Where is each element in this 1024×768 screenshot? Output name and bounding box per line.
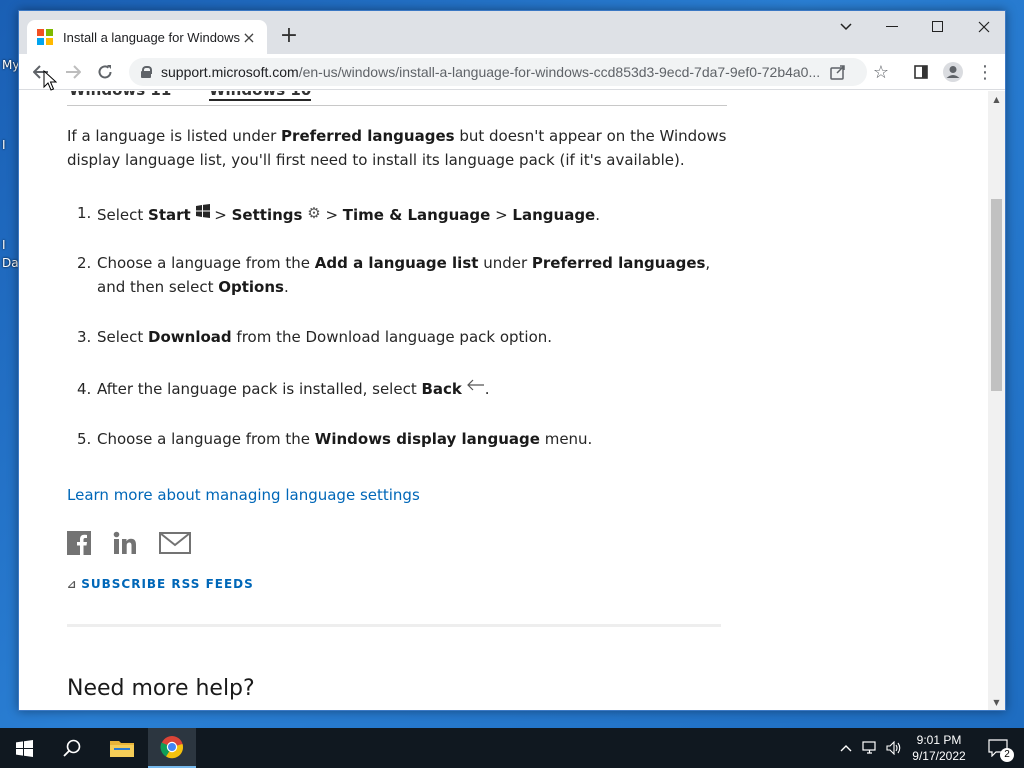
tab-search-icon[interactable] [823, 11, 869, 43]
intro-paragraph: If a language is listed under Preferred … [67, 127, 727, 169]
close-button[interactable] [961, 11, 1005, 43]
maximize-button[interactable] [915, 11, 961, 43]
folder-icon [110, 741, 134, 757]
browser-toolbar: support.microsoft.com/en-us/windows/inst… [19, 54, 1005, 90]
network-icon[interactable] [858, 728, 882, 768]
clock-time: 9:01 PM [916, 733, 962, 747]
browser-menu-icon[interactable]: ⋮ [971, 58, 999, 86]
profile-avatar[interactable] [939, 58, 967, 86]
need-help-heading: Need more help? [67, 676, 255, 701]
taskbar: 9:01 PM 9/17/2022 2 [0, 728, 1024, 768]
clock-date: 9/17/2022 [912, 749, 966, 763]
bookmark-star-icon[interactable]: ☆ [867, 58, 895, 86]
volume-icon[interactable] [882, 728, 906, 768]
side-panel-icon[interactable] [907, 58, 935, 86]
notification-count-badge: 2 [1000, 748, 1014, 762]
list-item: 5. Choose a language from the Windows di… [77, 430, 593, 448]
tab-windows-11[interactable]: Windows 11 [69, 91, 171, 99]
minimize-button[interactable] [869, 11, 915, 43]
url-text[interactable]: support.microsoft.com/en-us/windows/inst… [161, 64, 831, 80]
web-page: Windows 11 Windows 10 If a language is l… [19, 91, 989, 710]
section-divider [67, 624, 721, 627]
share-icon[interactable] [829, 63, 847, 85]
back-arrow-icon [466, 379, 484, 391]
file-explorer-button[interactable] [98, 728, 146, 768]
mouse-cursor-icon [43, 70, 57, 91]
scroll-down-arrow-icon[interactable]: ▼ [988, 694, 1005, 710]
search-button[interactable] [48, 728, 96, 768]
desktop-icon-label[interactable]: I [2, 238, 6, 252]
windows-logo-icon [15, 739, 33, 757]
list-item: 2. Choose a language from the Add a lang… [77, 254, 711, 296]
desktop-icon-label[interactable]: My [2, 58, 19, 72]
clock[interactable]: 9:01 PM 9/17/2022 [906, 728, 972, 768]
start-button[interactable] [0, 728, 48, 768]
scroll-up-arrow-icon[interactable]: ▲ [988, 91, 1005, 108]
tab-windows-10[interactable]: Windows 10 [209, 91, 312, 101]
reload-button[interactable] [91, 58, 119, 86]
list-item: 4. After the language pack is installed,… [77, 379, 490, 398]
browser-tab[interactable]: Install a language for Windows × [27, 20, 267, 54]
microsoft-logo-icon [37, 29, 53, 45]
lock-icon[interactable] [141, 66, 152, 78]
desktop-icon-label[interactable]: Da [2, 256, 19, 270]
desktop-icon-label[interactable]: I [2, 138, 6, 152]
title-bar: Install a language for Windows × + [19, 11, 1005, 54]
forward-button[interactable] [59, 58, 87, 86]
linkedin-icon[interactable] [113, 531, 137, 555]
chevron-up-icon [840, 745, 852, 752]
rss-icon: ⊿ [67, 578, 78, 591]
subscribe-rss-link[interactable]: ⊿ SUBSCRIBE RSS FEEDS [67, 577, 254, 591]
share-links [67, 531, 191, 555]
chrome-icon [160, 736, 184, 759]
list-item: 3. Select Download from the Download lan… [77, 328, 553, 346]
learn-more-link[interactable]: Learn more about managing language setti… [67, 486, 420, 504]
tab-title: Install a language for Windows [63, 29, 241, 45]
action-center-button[interactable]: 2 [978, 728, 1018, 768]
new-tab-button[interactable]: + [277, 25, 301, 49]
email-icon[interactable] [159, 532, 191, 554]
search-icon [63, 739, 81, 757]
address-bar[interactable]: support.microsoft.com/en-us/windows/inst… [129, 58, 867, 86]
os-version-tabs: Windows 11 Windows 10 [67, 91, 727, 106]
settings-gear-icon: ⚙ [307, 204, 321, 222]
facebook-icon[interactable] [67, 531, 91, 555]
tab-close-icon[interactable]: × [241, 28, 257, 47]
browser-window: Install a language for Windows × + suppo… [18, 10, 1006, 711]
page-scrollbar[interactable]: ▲ ▼ [988, 91, 1005, 710]
windows-start-icon [195, 204, 210, 218]
scroll-thumb[interactable] [991, 199, 1002, 391]
chrome-taskbar-button[interactable] [148, 728, 196, 768]
list-item: 1. Select Start > Settings ⚙ > Time & La… [77, 204, 601, 224]
show-hidden-icons-button[interactable] [836, 728, 856, 768]
article-content: Windows 11 Windows 10 If a language is l… [67, 91, 727, 701]
